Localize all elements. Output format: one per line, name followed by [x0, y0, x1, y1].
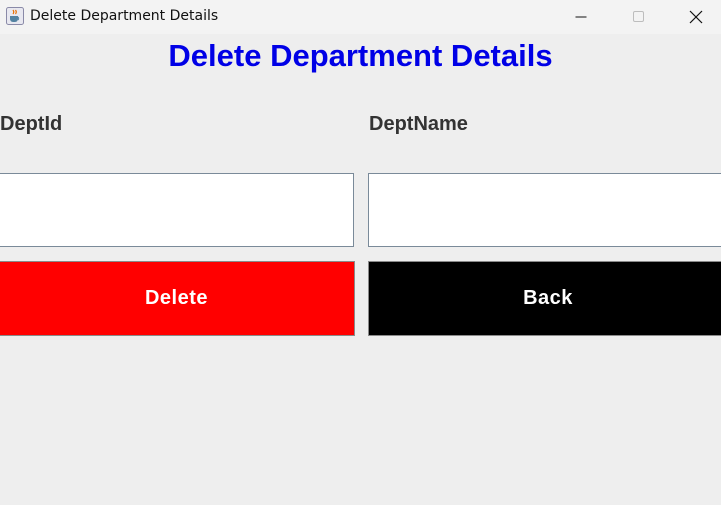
- dept-id-label: DeptId: [0, 113, 63, 135]
- java-coffee-cup-icon: [6, 7, 24, 25]
- dept-name-input[interactable]: [368, 173, 721, 247]
- delete-button[interactable]: Delete: [0, 261, 355, 336]
- page-title: Delete Department Details: [168, 38, 553, 73]
- close-icon: [689, 10, 703, 24]
- form-panel: Delete Department Details DeptId DeptNam…: [0, 34, 721, 505]
- close-button[interactable]: [668, 0, 721, 34]
- title-bar[interactable]: Delete Department Details: [0, 0, 721, 34]
- back-button[interactable]: Back: [368, 261, 721, 336]
- back-button-label: Back: [523, 287, 573, 309]
- dept-name-label: DeptName: [369, 113, 468, 135]
- minimize-icon: [575, 16, 587, 18]
- maximize-icon: [633, 11, 644, 22]
- window-title: Delete Department Details: [30, 8, 219, 24]
- maximize-button[interactable]: [611, 0, 667, 34]
- minimize-button[interactable]: [553, 0, 609, 34]
- dept-id-input[interactable]: [0, 173, 354, 247]
- delete-button-label: Delete: [144, 287, 209, 309]
